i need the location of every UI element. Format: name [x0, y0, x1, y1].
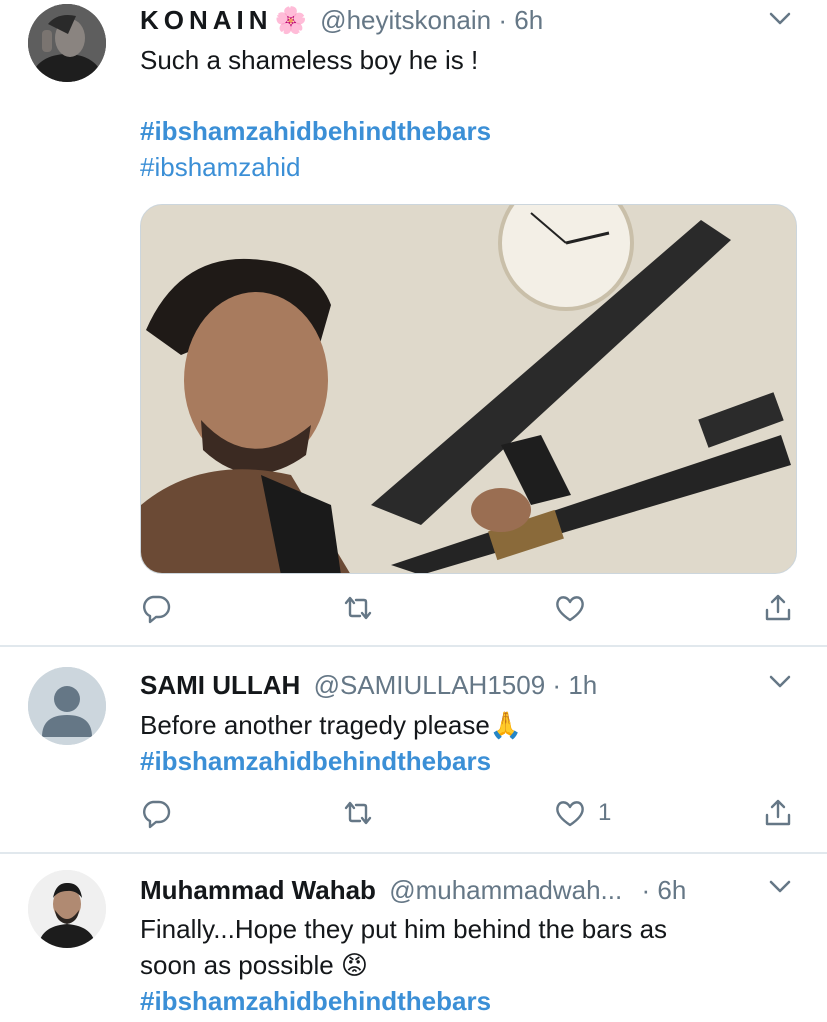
separator-dot: · [552, 670, 562, 700]
display-name[interactable]: SAMI ULLAH [140, 670, 300, 700]
separator-dot: · [498, 5, 508, 35]
tweet-text: Before another tragedy please [140, 710, 490, 740]
tweet-text: soon as possible [140, 950, 334, 980]
avatar[interactable] [28, 870, 106, 948]
tweet-2[interactable]: SAMI ULLAH @SAMIULLAH1509 · 1h Before an… [0, 647, 827, 852]
hashtag-link[interactable]: #ibshamzahid [140, 149, 300, 185]
tweet-actions [140, 588, 800, 628]
chevron-down-icon[interactable] [763, 665, 797, 699]
chevron-down-icon[interactable] [763, 870, 797, 904]
share-button[interactable] [762, 793, 794, 833]
timestamp[interactable]: 1h [568, 670, 597, 700]
display-name[interactable]: KONAIN [140, 5, 273, 35]
like-button[interactable]: 1 [554, 793, 611, 833]
reply-button[interactable] [140, 793, 172, 833]
reply-icon [143, 595, 171, 624]
angry-face-emoji: 😡 [340, 950, 369, 980]
user-handle[interactable]: @heyitskonain [320, 5, 491, 35]
reply-icon [143, 800, 171, 829]
share-button[interactable] [762, 588, 794, 628]
share-icon [765, 594, 791, 621]
timestamp[interactable]: 6h [514, 5, 543, 35]
tweet-1[interactable]: KONAIN🌸 @heyitskonain · 6h Such a shamel… [0, 0, 827, 645]
hashtag-link[interactable]: #ibshamzahidbehindthebars [140, 983, 491, 1019]
like-count: 1 [598, 799, 612, 826]
retweet-button[interactable] [342, 588, 374, 628]
heart-icon [556, 801, 584, 827]
user-handle[interactable]: @SAMIULLAH1509 [314, 670, 546, 700]
chevron-down-icon[interactable] [763, 2, 797, 36]
hashtag-link[interactable]: #ibshamzahidbehindthebars [140, 113, 491, 149]
retweet-button[interactable] [342, 793, 374, 833]
tweet-text: Finally...Hope they put him behind the b… [140, 914, 668, 944]
display-name[interactable]: Muhammad Wahab [140, 875, 376, 905]
timestamp[interactable]: 6h [657, 875, 686, 905]
like-button[interactable] [554, 588, 598, 628]
share-icon [765, 799, 791, 826]
tweet-3[interactable]: Muhammad Wahab @muhammadwah... · 6h Fina… [0, 854, 827, 1022]
tweet-actions: 1 [140, 793, 800, 833]
tweet-photo[interactable] [140, 204, 797, 574]
separator-dot: · [641, 875, 651, 905]
reply-button[interactable] [140, 588, 172, 628]
avatar[interactable] [28, 4, 106, 82]
praying-hands-emoji: 🙏 [489, 710, 523, 740]
retweet-icon [344, 801, 372, 825]
user-handle[interactable]: @muhammadwah... [389, 875, 622, 905]
heart-icon [556, 596, 584, 622]
tweet-text: Such a shameless boy he is ! [140, 45, 479, 75]
retweet-icon [344, 596, 372, 620]
avatar[interactable] [28, 667, 106, 745]
flower-emoji: 🌸 [274, 5, 307, 35]
hashtag-link[interactable]: #ibshamzahidbehindthebars [140, 743, 491, 779]
